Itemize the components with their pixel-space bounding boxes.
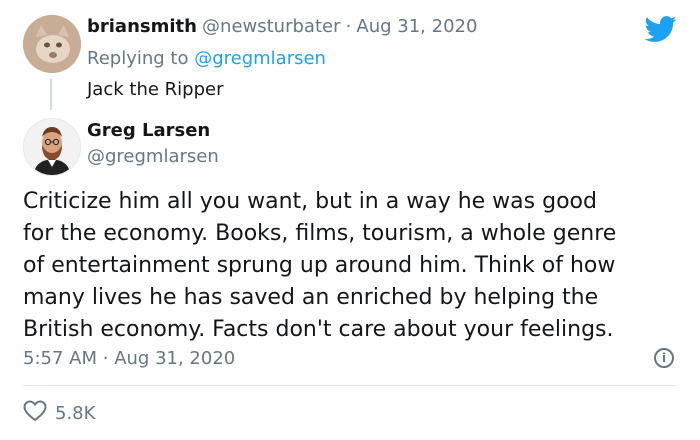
- tweet-text-line: many lives he has saved an enriched by h…: [23, 285, 599, 310]
- thread-connector: [50, 79, 52, 110]
- heart-icon: [23, 400, 47, 426]
- divider: [23, 385, 678, 386]
- like-count: 5.8K: [55, 402, 96, 424]
- tweet-time: 5:57 AM: [23, 348, 97, 369]
- reply-tweet-header: briansmith @newsturbater · Aug 31, 2020: [87, 16, 477, 37]
- avatar[interactable]: [23, 118, 81, 176]
- tweet-text-line: for the economy. Books, films, tourism, …: [23, 221, 617, 246]
- author-name[interactable]: briansmith: [87, 16, 197, 37]
- replying-to: Replying to @gregmlarsen: [87, 48, 326, 69]
- replying-to-handle-link[interactable]: @gregmlarsen: [194, 48, 326, 69]
- tweet-text-line: of entertainment sprung up around him. T…: [23, 253, 616, 278]
- tweet-text-line: Criticize him all you want, but in a way…: [23, 189, 597, 214]
- author-name[interactable]: Greg Larsen: [87, 120, 210, 141]
- separator: ·: [102, 348, 109, 369]
- tweet-date[interactable]: Aug 31, 2020: [356, 16, 477, 37]
- tweet-text: Criticize him all you want, but in a way…: [23, 186, 683, 346]
- tweet-timestamp[interactable]: 5:57 AM · Aug 31, 2020: [23, 348, 235, 369]
- author-handle[interactable]: @gregmlarsen: [87, 146, 219, 167]
- replying-to-label: Replying to: [87, 48, 195, 69]
- tweet-text-line: British economy. Facts don't care about …: [23, 317, 614, 342]
- info-icon[interactable]: i: [654, 348, 674, 368]
- reply-tweet-text: Jack the Ripper: [87, 79, 224, 100]
- avatar[interactable]: [23, 15, 81, 73]
- author-handle[interactable]: @newsturbater: [202, 16, 340, 37]
- like-button[interactable]: 5.8K: [23, 400, 95, 426]
- twitter-bird-icon: [643, 13, 679, 49]
- separator: ·: [345, 16, 352, 37]
- tweet-date: Aug 31, 2020: [114, 348, 236, 369]
